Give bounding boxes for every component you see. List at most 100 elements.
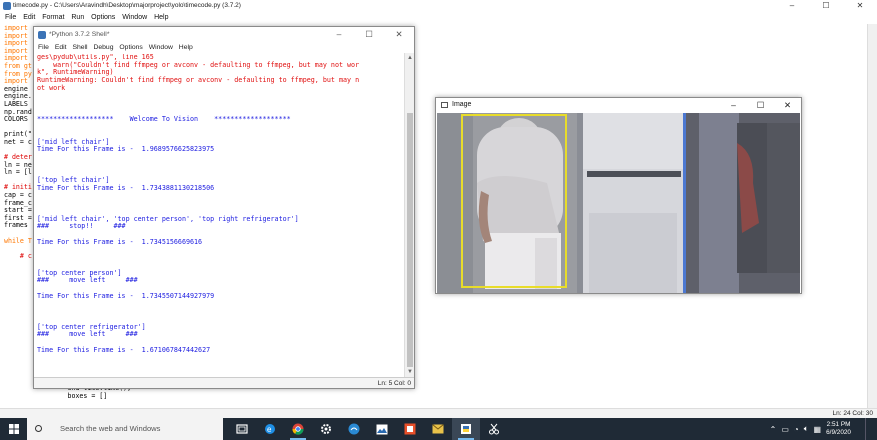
office-icon[interactable] [396, 418, 424, 440]
editor-statusbar: Ln: 24 Col: 30 [0, 408, 877, 418]
shell-output-line [37, 254, 403, 262]
shell-output-line: Time For this Frame is - 1.9689576625823… [37, 145, 215, 154]
network-icon[interactable]: ◔ [794, 425, 799, 434]
shell-scrollbar[interactable]: ▲ ▼ [404, 53, 414, 377]
keyboard-icon[interactable]: ▦ [814, 425, 822, 434]
shell-output-line [37, 362, 403, 370]
python-shell-window: *Python 3.7.2 Shell* – ☐ ✕ File Edit She… [33, 26, 415, 389]
shell-menu-file[interactable]: File [38, 44, 49, 51]
editor-menubar: File Edit Format Run Options Window Help [0, 12, 877, 24]
shell-statusbar: Ln: 5 Col: 0 [34, 377, 414, 388]
task-view-icon[interactable] [228, 418, 256, 440]
svg-text:e: e [267, 425, 272, 434]
mail-icon[interactable] [424, 418, 452, 440]
shell-output-line [37, 308, 403, 316]
close-button[interactable]: ✕ [843, 0, 877, 12]
shell-output-line: Time For this Frame is - 1.6710678474426… [37, 345, 211, 354]
shell-menu-options[interactable]: Options [119, 44, 142, 51]
shell-title: *Python 3.7.2 Shell* [49, 31, 110, 38]
search-icon [35, 425, 42, 432]
menu-options[interactable]: Options [91, 14, 115, 21]
shell-output-line [37, 370, 403, 377]
shell-close-button[interactable]: ✕ [384, 27, 414, 42]
shell-maximize-button[interactable]: ☐ [354, 27, 384, 42]
shell-output-line [37, 354, 403, 362]
scroll-up-icon[interactable]: ▲ [407, 55, 413, 61]
menu-file[interactable]: File [5, 14, 16, 21]
shell-output-line [37, 123, 403, 131]
shell-menu-window[interactable]: Window [149, 44, 173, 51]
minimize-button[interactable]: – [775, 0, 809, 12]
windows-taskbar: Search the web and Windows e ⌃ ▭ ◔ 🔈︎ ▦ … [0, 418, 877, 440]
shell-minimize-button[interactable]: – [324, 27, 354, 42]
shell-menu-help[interactable]: Help [179, 44, 193, 51]
shell-output-area[interactable]: ges\pydub\utils.py", line 165 warn("Coul… [37, 54, 403, 377]
shell-error-line: RuntimeWarning: Couldn't find ffmpeg or … [37, 76, 360, 85]
shell-output-line: ### stop!! ### [37, 222, 126, 231]
maximize-button[interactable]: ☐ [809, 0, 843, 12]
clock-time: 2:51 PM [826, 421, 851, 428]
photos-icon[interactable] [368, 418, 396, 440]
camera-frame-image [437, 113, 800, 293]
snipping-icon[interactable] [480, 418, 508, 440]
scroll-down-icon[interactable]: ▼ [407, 369, 413, 375]
store-icon[interactable] [340, 418, 368, 440]
shell-output-line [37, 247, 403, 255]
start-button[interactable] [0, 418, 27, 440]
settings-icon[interactable] [312, 418, 340, 440]
image-window-icon [441, 102, 448, 108]
shell-output-line [37, 193, 403, 201]
image-close-button[interactable]: ✕ [774, 98, 801, 112]
menu-edit[interactable]: Edit [23, 14, 35, 21]
shell-output-line [37, 93, 403, 101]
clock-date: 6/9/2020 [826, 429, 851, 436]
volume-icon[interactable]: 🔈︎ [804, 424, 809, 434]
shell-error-line: ot work [37, 83, 66, 92]
chrome-icon[interactable] [284, 418, 312, 440]
shell-output-line: ### move left ### [37, 276, 138, 285]
taskbar-apps: e [228, 418, 508, 440]
shell-menu-shell[interactable]: Shell [72, 44, 87, 51]
editor-scrollbar[interactable] [867, 24, 877, 408]
shell-menu-edit[interactable]: Edit [55, 44, 67, 51]
code-line: boxes = [] [4, 391, 108, 400]
system-tray: ⌃ ▭ ◔ 🔈︎ ▦ 2:51 PM 6/9/2020 [770, 418, 877, 440]
shell-output-line: Time For this Frame is - 1.7343881130218… [37, 183, 215, 192]
chevron-up-icon[interactable]: ⌃ [770, 425, 777, 434]
menu-window[interactable]: Window [122, 14, 147, 21]
shell-output-line: Time For this Frame is - 1.7345507144927… [37, 291, 215, 300]
python-icon [38, 31, 46, 39]
image-minimize-button[interactable]: – [720, 98, 747, 112]
python-idle-icon[interactable] [452, 418, 480, 440]
shell-output-line: Time For this Frame is - 1.7345156669616 [37, 237, 203, 246]
shell-output-line [37, 100, 403, 108]
shell-scroll-thumb[interactable] [407, 113, 413, 367]
taskbar-clock[interactable]: 2:51 PM 6/9/2020 [826, 421, 851, 437]
edge-icon[interactable]: e [256, 418, 284, 440]
battery-icon[interactable]: ▭ [781, 425, 789, 434]
python-file-icon [3, 2, 11, 10]
shell-menubar: File Edit Shell Debug Options Window Hel… [34, 42, 414, 53]
search-placeholder: Search the web and Windows [60, 424, 161, 433]
show-desktop-button[interactable] [865, 418, 877, 440]
image-window-title: Image [452, 101, 472, 108]
shell-output-line [37, 200, 403, 208]
image-titlebar[interactable]: Image – ☐ ✕ [436, 98, 801, 112]
taskbar-search-box[interactable]: Search the web and Windows [27, 418, 223, 440]
camera-frame [437, 113, 800, 293]
image-window: Image – ☐ ✕ [435, 97, 802, 294]
windows-logo-icon [8, 424, 19, 434]
menu-help[interactable]: Help [154, 14, 168, 21]
menu-format[interactable]: Format [42, 14, 64, 21]
image-maximize-button[interactable]: ☐ [747, 98, 774, 112]
editor-titlebar[interactable]: timecode.py - C:\Users\Aravindh\Desktop\… [0, 0, 877, 12]
shell-output-line: ******************* Welcome To Vision **… [37, 114, 291, 123]
shell-output-line [37, 154, 403, 162]
shell-titlebar[interactable]: *Python 3.7.2 Shell* – ☐ ✕ [34, 27, 414, 42]
menu-run[interactable]: Run [71, 14, 84, 21]
shell-output-line: ### move left ### [37, 330, 138, 339]
shell-menu-debug[interactable]: Debug [93, 44, 113, 51]
shell-output-line [37, 162, 403, 170]
shell-cursor-position: Ln: 5 Col: 0 [377, 380, 411, 387]
editor-title: timecode.py - C:\Users\Aravindh\Desktop\… [13, 2, 241, 9]
